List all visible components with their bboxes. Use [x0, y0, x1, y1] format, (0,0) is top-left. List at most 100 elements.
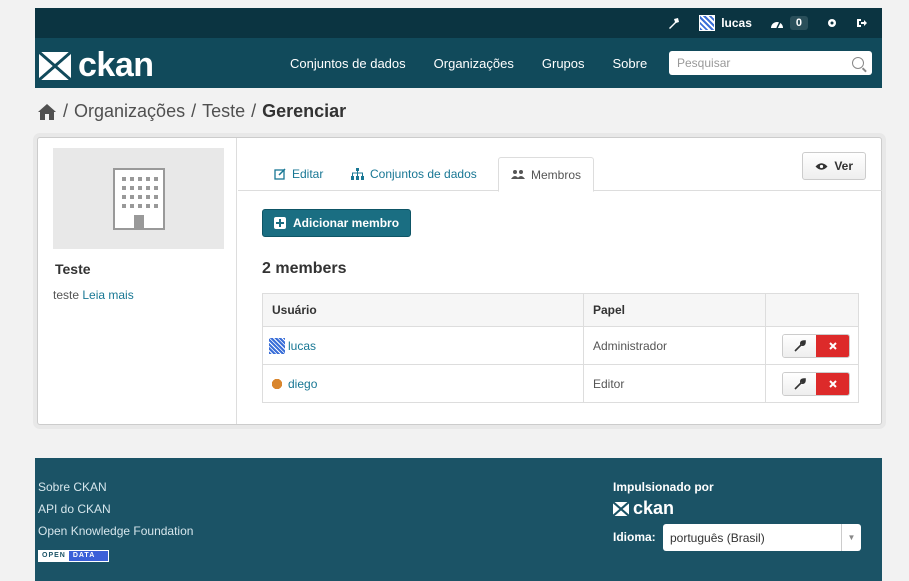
- tab-datasets[interactable]: Conjuntos de dados: [339, 157, 489, 191]
- add-member-button[interactable]: Adicionar membro: [262, 209, 412, 237]
- chevron-down-icon: ▼: [841, 524, 861, 551]
- members-count: 2 members: [262, 260, 347, 277]
- close-icon: [828, 379, 837, 388]
- language-select[interactable]: português (Brasil) ▼: [663, 524, 861, 551]
- user-avatar: [699, 15, 716, 31]
- breadcrumb-organizations[interactable]: Organizações: [74, 101, 185, 122]
- username: lucas: [721, 16, 752, 30]
- open-data-badge[interactable]: OPEN DATA: [38, 550, 109, 562]
- user-link[interactable]: lucas: [699, 15, 752, 31]
- tab-label: Conjuntos de dados: [370, 167, 477, 181]
- member-user-link[interactable]: lucas: [269, 337, 577, 354]
- home-icon[interactable]: [37, 103, 57, 121]
- column-header-actions: [765, 293, 859, 327]
- open-data-badge-open: OPEN: [39, 551, 69, 561]
- member-actions-cell: [765, 326, 859, 365]
- dashboard-icon: [770, 21, 783, 29]
- org-description: teste Leia mais: [53, 288, 134, 302]
- footer: Sobre CKAN API do CKAN Open Knowledge Fo…: [35, 458, 882, 581]
- logout-icon: [857, 19, 867, 27]
- language-value: português (Brasil): [670, 530, 765, 545]
- dashboard-link[interactable]: 0: [770, 16, 808, 30]
- edit-member-button[interactable]: [783, 334, 816, 357]
- open-data-badge-data: DATA: [68, 551, 108, 561]
- view-button[interactable]: Ver: [802, 152, 866, 180]
- edit-icon: [274, 168, 286, 180]
- footer-link-api[interactable]: API do CKAN: [38, 502, 193, 516]
- powered-by-label: Impulsionado por: [613, 480, 714, 494]
- delete-member-button[interactable]: [816, 334, 849, 357]
- wrench-icon: [793, 339, 806, 352]
- footer-logo-text: ckan: [633, 498, 675, 518]
- ckan-logo-icon: [613, 501, 629, 516]
- wrench-icon: [793, 377, 806, 390]
- close-icon: [828, 341, 837, 350]
- masthead: ckan Conjuntos de dados Organizações Gru…: [35, 38, 882, 88]
- tab-members[interactable]: Membros: [498, 157, 595, 192]
- page-tabs: Editar Conjuntos de dados Membros: [238, 157, 882, 192]
- member-actions-cell: [765, 364, 859, 403]
- settings-link[interactable]: [826, 17, 838, 29]
- sitemap-icon: [351, 168, 364, 180]
- user-avatar: [269, 375, 285, 392]
- table-row: lucas Administrador: [262, 326, 859, 365]
- main-nav: Conjuntos de dados Organizações Grupos S…: [290, 38, 647, 88]
- group-icon: [511, 170, 525, 179]
- logo-text: ckan: [78, 46, 154, 84]
- language-label: Idioma:: [613, 530, 656, 544]
- table-header-row: Usuário Papel: [262, 293, 859, 327]
- member-user-cell: diego: [262, 364, 584, 403]
- footer-link-about[interactable]: Sobre CKAN: [38, 480, 193, 494]
- table-row: diego Editor: [262, 364, 859, 403]
- search-icon[interactable]: [852, 57, 864, 69]
- column-header-user: Usuário: [262, 293, 584, 327]
- breadcrumb-separator: /: [191, 101, 197, 121]
- org-image[interactable]: [53, 148, 224, 249]
- nav-about[interactable]: Sobre: [613, 56, 648, 71]
- read-more-link[interactable]: Leia mais: [82, 288, 133, 302]
- footer-ckan-logo[interactable]: ckan: [613, 498, 674, 519]
- nav-organizations[interactable]: Organizações: [434, 56, 514, 71]
- breadcrumb-separator: /: [63, 101, 69, 121]
- member-username: diego: [288, 376, 318, 391]
- search-box: [669, 51, 872, 75]
- ckan-logo[interactable]: ckan: [39, 46, 154, 85]
- footer-links: Sobre CKAN API do CKAN Open Knowledge Fo…: [38, 480, 193, 562]
- member-role: Editor: [583, 364, 766, 403]
- view-label: Ver: [834, 159, 853, 173]
- nav-groups[interactable]: Grupos: [542, 56, 585, 71]
- gear-icon: [828, 19, 836, 27]
- breadcrumb-org[interactable]: Teste: [202, 101, 245, 122]
- member-user-cell: lucas: [262, 326, 584, 365]
- primary-panel: Editar Conjuntos de dados Membros Ver Ad…: [238, 138, 882, 424]
- column-header-role: Papel: [583, 293, 766, 327]
- login-icon[interactable]: [667, 16, 681, 30]
- member-role: Administrador: [583, 326, 766, 365]
- breadcrumb: / Organizações / Teste / Gerenciar: [37, 101, 346, 122]
- logout-link[interactable]: [856, 17, 868, 29]
- tab-edit[interactable]: Editar: [262, 157, 335, 191]
- org-title: Teste: [55, 261, 91, 277]
- eye-icon: [815, 162, 828, 170]
- tab-label: Editar: [292, 167, 324, 181]
- member-username: lucas: [288, 338, 317, 353]
- user-avatar: [269, 337, 285, 354]
- breadcrumb-current[interactable]: Gerenciar: [262, 101, 346, 122]
- sidebar: Teste teste Leia mais: [38, 138, 237, 424]
- tab-label: Membros: [531, 167, 582, 182]
- account-bar: lucas 0: [35, 8, 882, 38]
- main-content: Teste teste Leia mais Editar Conjuntos d…: [37, 137, 882, 425]
- nav-datasets[interactable]: Conjuntos de dados: [290, 56, 406, 71]
- plus-icon: [274, 217, 286, 229]
- member-user-link[interactable]: diego: [269, 375, 577, 392]
- footer-link-okf[interactable]: Open Knowledge Foundation: [38, 524, 193, 538]
- building-icon: [112, 167, 165, 230]
- breadcrumb-separator: /: [251, 101, 257, 121]
- search-input[interactable]: [677, 56, 852, 70]
- members-table: Usuário Papel lucas Administrador diego …: [262, 293, 859, 403]
- edit-member-button[interactable]: [783, 372, 816, 395]
- ckan-logo-icon: [39, 51, 71, 80]
- add-member-label: Adicionar membro: [293, 216, 400, 230]
- activity-count: 0: [789, 16, 808, 30]
- delete-member-button[interactable]: [816, 372, 849, 395]
